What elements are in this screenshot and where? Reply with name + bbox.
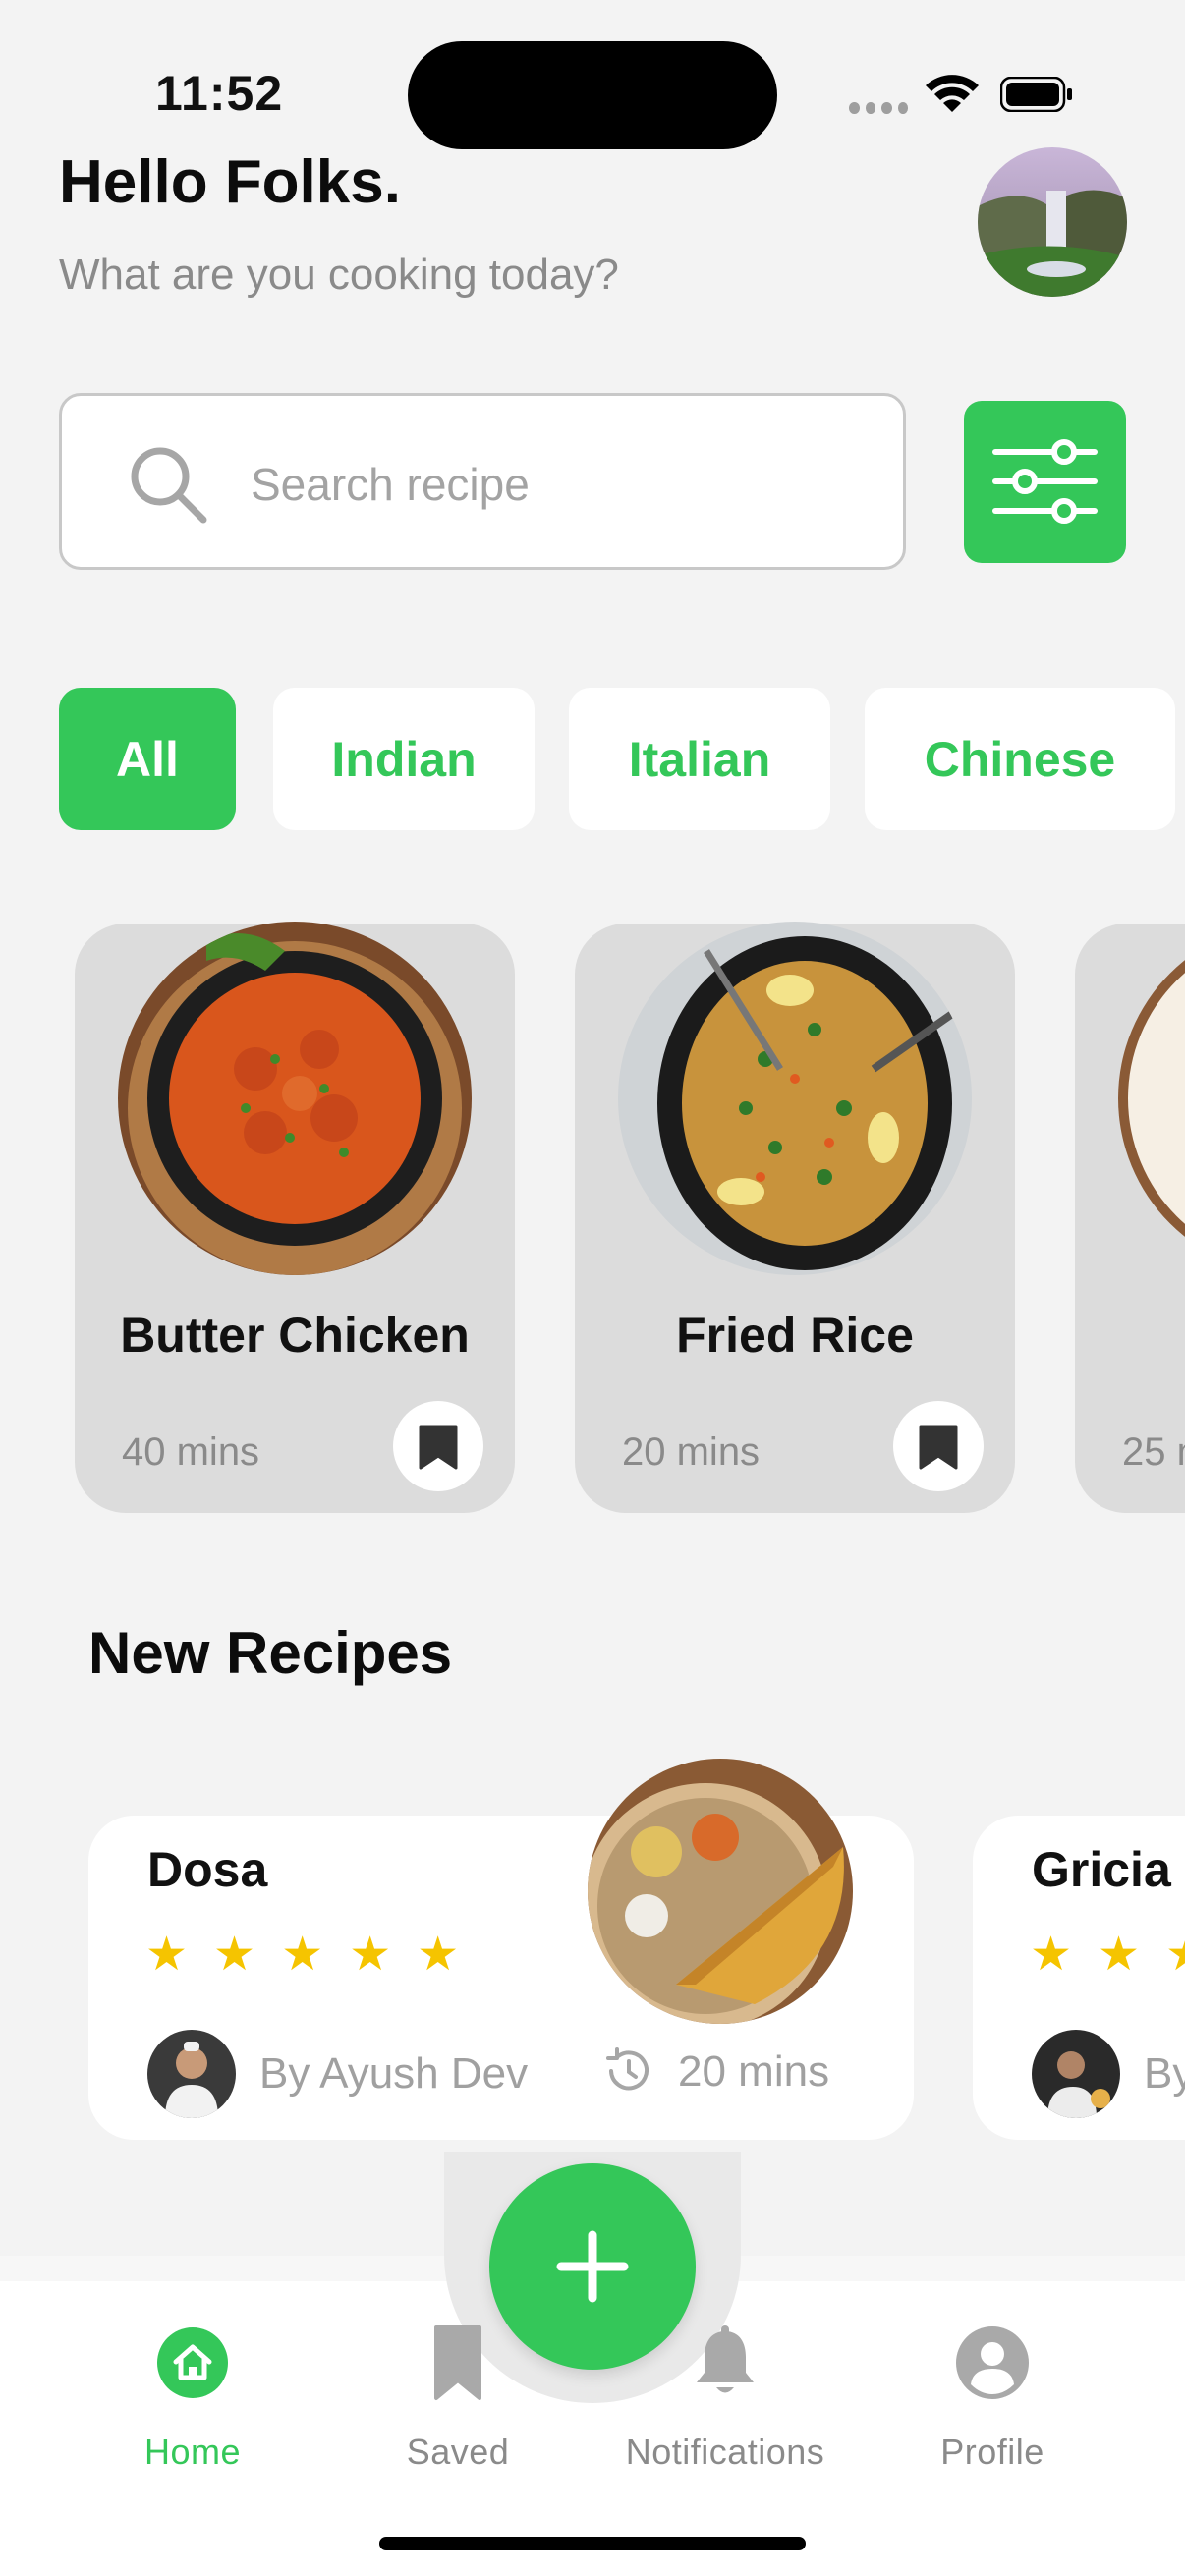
nav-label: Notifications [625,2432,825,2472]
new-recipe-card[interactable]: Gricia Pasta ★★★★★ By Ayush Dev [973,1816,1185,2140]
rating-stars: ★ ★ ★ ★ ★ [145,1932,459,1979]
clock-icon [606,2047,649,2091]
recipe-time: 25 m [1122,1430,1185,1474]
recipe-time: 40 mins [122,1430,260,1474]
section-title-new-recipes: New Recipes [88,1620,453,1686]
recipe-time: 20 mins [678,2047,830,2096]
bookmark-icon [434,2325,481,2400]
recipe-author: By Ayush Dev [1144,2049,1185,2098]
profile-icon [956,2326,1029,2399]
nav-profile[interactable]: Profile [875,2324,1110,2473]
home-indicator [379,2537,806,2550]
butter-chicken-image [118,922,472,1275]
star-icon: ★ [349,1929,392,1981]
recipe-title: Gricia Pasta [1032,1842,1185,1897]
filter-icon [992,439,1098,524]
bookmark-icon [919,1425,958,1470]
greeting-title: Hello Folks. [59,148,401,216]
recipe-card[interactable]: Fried Rice 20 mins [575,922,1015,1513]
signal-dots-icon [849,102,908,114]
nav-home[interactable]: Home [75,2324,310,2473]
author-avatar [1032,2030,1120,2118]
star-icon: ★ [145,1929,189,1981]
search-box[interactable] [59,393,906,570]
pasta-image [1118,922,1185,1275]
nav-saved[interactable]: Saved [340,2324,576,2473]
tab-chinese[interactable]: Chinese [865,688,1175,830]
star-icon: ★ [1030,1929,1073,1981]
wifi-icon [926,75,979,112]
bookmark-button[interactable] [893,1401,984,1491]
status-time: 11:52 [155,66,284,121]
new-recipes-carousel[interactable]: Dosa ★ ★ ★ ★ ★ By Ayush Dev 20 mins Gric… [0,1759,1185,2152]
recipe-title: Butter Chicken [120,1308,470,1363]
greeting-subtitle: What are you cooking today? [59,251,619,299]
bookmark-icon [419,1425,458,1470]
recipe-card[interactable]: 25 m [1075,922,1185,1513]
nav-notifications[interactable]: Notifications [607,2324,843,2473]
nav-label: Home [143,2432,242,2472]
nav-label: Saved [406,2432,510,2472]
tab-indian[interactable]: Indian [273,688,535,830]
plus-icon [556,2230,629,2303]
tab-all[interactable]: All [59,688,236,830]
author-avatar [147,2030,236,2118]
dosa-image [588,1759,853,2024]
bell-icon [697,2325,754,2393]
search-icon [131,447,207,524]
recipe-author: By Ayush Dev [259,2049,529,2098]
recipe-card[interactable]: Butter Chicken 40 mins [75,922,515,1513]
user-avatar[interactable] [978,147,1127,297]
filter-button[interactable] [964,401,1126,563]
recipe-title: Dosa [147,1842,268,1897]
search-input[interactable] [251,445,860,524]
star-icon: ★ [213,1929,256,1981]
battery-icon [1000,77,1072,112]
star-icon: ★ [417,1929,460,1981]
star-icon: ★ [1098,1929,1141,1981]
status-bar: 11:52 [0,0,1185,149]
bookmark-button[interactable] [393,1401,483,1491]
dynamic-island [408,41,777,149]
nav-label: Profile [940,2432,1044,2472]
fried-rice-image [618,922,972,1275]
popular-recipes-carousel[interactable]: Butter Chicken 40 mins Fried Rice 20 min… [0,884,1185,1513]
avatar-waterfall-image [978,147,1127,297]
recipe-time: 20 mins [622,1430,761,1474]
tab-italian[interactable]: Italian [569,688,830,830]
star-icon: ★ [281,1929,324,1981]
home-icon [157,2327,228,2398]
recipe-title: Fried Rice [676,1308,914,1363]
category-tabs: All Indian Italian Chinese [59,688,1185,830]
rating-stars: ★★★★★ [1030,1932,1185,1979]
star-icon: ★ [1165,1932,1185,1979]
